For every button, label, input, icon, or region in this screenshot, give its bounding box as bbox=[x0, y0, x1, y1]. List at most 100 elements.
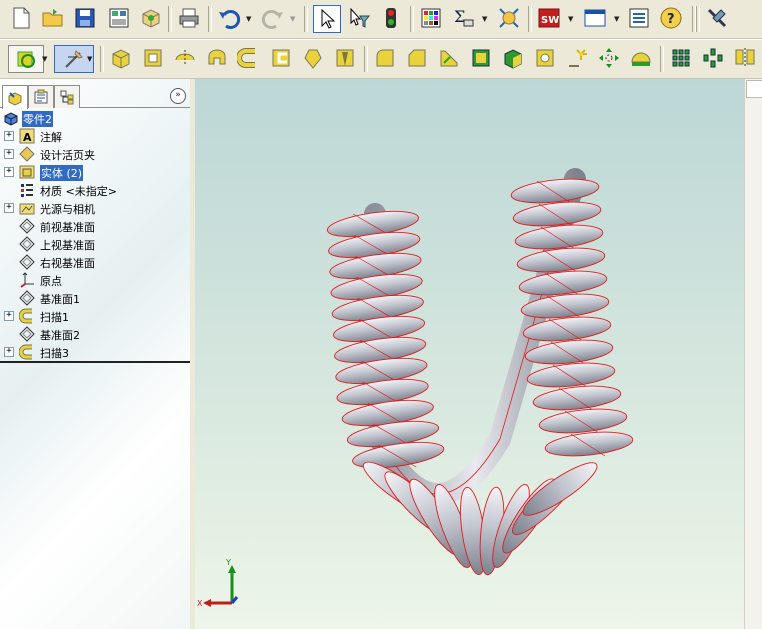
tree-item-sweep3[interactable]: + 扫描3 bbox=[0, 343, 190, 361]
part-icon bbox=[4, 112, 18, 126]
undo-icon[interactable] bbox=[216, 5, 242, 31]
triad-y-label: Y bbox=[225, 559, 231, 567]
select-pointer-icon[interactable] bbox=[313, 5, 341, 33]
hole-wizard-icon[interactable] bbox=[532, 45, 558, 71]
options-icon[interactable] bbox=[138, 5, 164, 31]
selection-filter-icon[interactable] bbox=[346, 5, 372, 31]
expand-toggle[interactable]: + bbox=[4, 203, 14, 213]
tree-item-label: 前视基准面 bbox=[40, 221, 95, 234]
tree-item-label: 实体 (2) bbox=[40, 165, 84, 181]
graphics-viewport[interactable]: Y X bbox=[195, 79, 744, 629]
expand-toggle[interactable]: + bbox=[4, 347, 14, 357]
dome-icon[interactable] bbox=[628, 45, 654, 71]
sum-dropdown-icon[interactable]: ▼ bbox=[482, 15, 487, 23]
coil-turn-right bbox=[514, 224, 604, 250]
svg-text:SW: SW bbox=[541, 15, 559, 26]
swept-boss-icon[interactable] bbox=[236, 45, 262, 71]
rollback-bar[interactable] bbox=[0, 361, 190, 363]
tree-item-design-binder[interactable]: + 设计活页夹 bbox=[0, 145, 190, 163]
rebuild-traffic-light-icon[interactable] bbox=[378, 5, 404, 31]
extruded-cut-icon[interactable] bbox=[140, 45, 166, 71]
expand-toggle[interactable]: + bbox=[4, 131, 14, 141]
color-palette-icon[interactable] bbox=[418, 5, 444, 31]
tab-property-manager[interactable] bbox=[28, 85, 54, 108]
tab-configuration-manager[interactable] bbox=[54, 85, 80, 108]
save-icon[interactable] bbox=[72, 5, 98, 31]
tree-item-plane2[interactable]: 基准面2 bbox=[0, 325, 190, 343]
coil-turn-right bbox=[526, 362, 616, 388]
solidworks-logo-icon[interactable]: SW bbox=[536, 5, 562, 31]
solidworks-dropdown-icon[interactable]: ▼ bbox=[568, 15, 573, 23]
extruded-boss-icon[interactable] bbox=[108, 45, 134, 71]
standard-toolbar: ▼ ▼ Σ ▼ SW ▼ ▼ ? bbox=[0, 0, 762, 39]
sweep-coil-turns bbox=[326, 178, 634, 576]
tree-item-label: 注解 bbox=[40, 131, 62, 144]
dimension-dropdown-icon[interactable]: ▼ bbox=[87, 55, 92, 63]
window-layout-icon[interactable] bbox=[582, 5, 608, 31]
tree-item-front-plane[interactable]: 前视基准面 bbox=[0, 217, 190, 235]
view-orientation-icon[interactable] bbox=[496, 5, 522, 31]
lofted-cut-icon[interactable] bbox=[332, 45, 358, 71]
expand-toggle[interactable]: + bbox=[4, 311, 14, 321]
tree-item-top-plane[interactable]: 上视基准面 bbox=[0, 235, 190, 253]
print-icon[interactable] bbox=[176, 5, 202, 31]
collapse-panel-icon[interactable]: » bbox=[170, 88, 186, 104]
chamfer-icon[interactable] bbox=[404, 45, 430, 71]
tree-root-part[interactable]: 零件2 bbox=[0, 109, 190, 127]
swept-cut-icon[interactable] bbox=[268, 45, 294, 71]
tree-item-label: 设计活页夹 bbox=[40, 149, 95, 162]
sketch-icon[interactable] bbox=[8, 45, 44, 73]
redo-dropdown-icon[interactable]: ▼ bbox=[290, 15, 295, 23]
draft-icon[interactable] bbox=[500, 45, 526, 71]
redo-icon[interactable] bbox=[260, 5, 286, 31]
tree-item-right-plane[interactable]: 右视基准面 bbox=[0, 253, 190, 271]
layout-icon[interactable] bbox=[106, 5, 132, 31]
tree-item-label: 扫描3 bbox=[40, 347, 69, 360]
coil-turn-right bbox=[544, 431, 634, 457]
mirror-icon[interactable] bbox=[732, 45, 758, 71]
coil-turn-right bbox=[512, 201, 602, 227]
tree-item-origin[interactable]: 原点 bbox=[0, 271, 190, 289]
revolved-boss-icon[interactable] bbox=[172, 45, 198, 71]
undo-dropdown-icon[interactable]: ▼ bbox=[246, 15, 251, 23]
tree-item-label: 上视基准面 bbox=[40, 239, 95, 252]
sketch-dropdown-icon[interactable]: ▼ bbox=[42, 55, 47, 63]
coil-turn-right bbox=[516, 247, 606, 273]
tree-item-label: 原点 bbox=[40, 275, 62, 288]
tree-item-annotations[interactable]: + A 注解 bbox=[0, 127, 190, 145]
triad-x-label: X bbox=[197, 599, 203, 608]
expand-toggle[interactable]: + bbox=[4, 149, 14, 159]
sum-icon[interactable]: Σ bbox=[450, 5, 476, 31]
plane-icon bbox=[19, 290, 35, 306]
tree-item-material[interactable]: 材质 <未指定> bbox=[0, 181, 190, 199]
helical-spring-model[interactable] bbox=[195, 79, 744, 629]
viewport-scrollbar[interactable] bbox=[744, 79, 762, 629]
shell-icon[interactable] bbox=[468, 45, 494, 71]
expand-toggle[interactable]: + bbox=[4, 167, 14, 177]
expand-toolbar-icon[interactable] bbox=[704, 5, 730, 31]
window-dropdown-icon[interactable]: ▼ bbox=[614, 15, 619, 23]
properties-list-icon[interactable] bbox=[626, 5, 652, 31]
scroll-up-button[interactable] bbox=[746, 80, 762, 98]
help-icon[interactable]: ? bbox=[658, 5, 684, 31]
tree-item-plane1[interactable]: 基准面1 bbox=[0, 289, 190, 307]
revolved-cut-icon[interactable] bbox=[204, 45, 230, 71]
tab-feature-manager[interactable] bbox=[2, 85, 28, 109]
plane-icon bbox=[19, 236, 35, 252]
svg-text:?: ? bbox=[667, 12, 675, 27]
lofted-boss-icon[interactable] bbox=[300, 45, 326, 71]
linear-pattern-icon[interactable] bbox=[668, 45, 694, 71]
rib-icon[interactable] bbox=[436, 45, 462, 71]
panel-tabs: » bbox=[0, 83, 190, 109]
tree-item-sweep1[interactable]: + 扫描1 bbox=[0, 307, 190, 325]
move-copy-icon[interactable] bbox=[596, 45, 622, 71]
open-folder-icon[interactable] bbox=[40, 5, 66, 31]
coordinate-triad-icon: Y X bbox=[197, 559, 239, 608]
new-document-icon[interactable] bbox=[8, 5, 34, 31]
tree-item-lights-cameras[interactable]: + 光源与相机 bbox=[0, 199, 190, 217]
circular-pattern-icon[interactable] bbox=[700, 45, 726, 71]
plane-icon bbox=[19, 218, 35, 234]
fillet-icon[interactable] bbox=[372, 45, 398, 71]
reference-point-icon[interactable] bbox=[564, 45, 590, 71]
tree-item-solid-bodies[interactable]: + 实体 (2) bbox=[0, 163, 190, 181]
